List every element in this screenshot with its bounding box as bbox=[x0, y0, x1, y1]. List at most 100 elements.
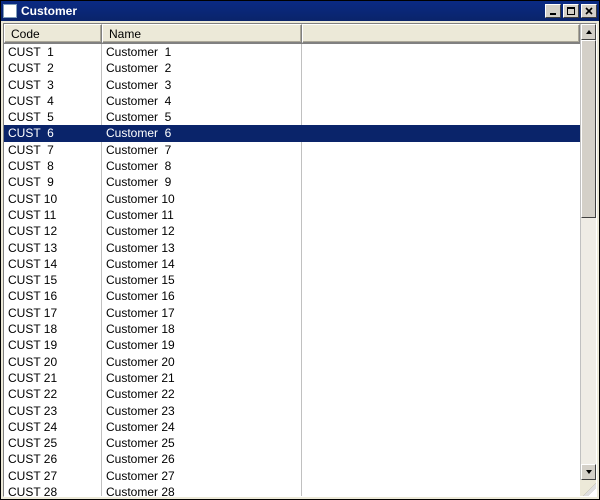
cell-name: Customer 16 bbox=[102, 288, 302, 304]
cell-name: Customer 28 bbox=[102, 484, 302, 496]
cell-code: CUST 21 bbox=[4, 370, 102, 386]
cell-name: Customer 10 bbox=[102, 191, 302, 207]
table-row[interactable]: CUST 11Customer 11 bbox=[4, 207, 580, 223]
table-row[interactable]: CUST 8Customer 8 bbox=[4, 158, 580, 174]
titlebar[interactable]: Customer bbox=[1, 1, 599, 21]
table-row[interactable]: CUST 17Customer 17 bbox=[4, 305, 580, 321]
window-frame: Customer Code Name CUST 1Customer 1CUST … bbox=[0, 0, 600, 500]
minimize-button[interactable] bbox=[545, 4, 561, 18]
cell-code: CUST 18 bbox=[4, 321, 102, 337]
cell-blank bbox=[302, 337, 580, 353]
cell-code: CUST 10 bbox=[4, 191, 102, 207]
table-row[interactable]: CUST 18Customer 18 bbox=[4, 321, 580, 337]
cell-blank bbox=[302, 158, 580, 174]
cell-blank bbox=[302, 419, 580, 435]
cell-name: Customer 25 bbox=[102, 435, 302, 451]
table-row[interactable]: CUST 24Customer 24 bbox=[4, 419, 580, 435]
cell-code: CUST 3 bbox=[4, 77, 102, 93]
table-row[interactable]: CUST 10Customer 10 bbox=[4, 191, 580, 207]
cell-blank bbox=[302, 468, 580, 484]
table-row[interactable]: CUST 4Customer 4 bbox=[4, 93, 580, 109]
scroll-track[interactable] bbox=[581, 40, 596, 464]
cell-blank bbox=[302, 386, 580, 402]
table-row[interactable]: CUST 6Customer 6 bbox=[4, 125, 580, 141]
cell-code: CUST 13 bbox=[4, 240, 102, 256]
table-row[interactable]: CUST 26Customer 26 bbox=[4, 451, 580, 467]
cell-code: CUST 5 bbox=[4, 109, 102, 125]
scroll-up-button[interactable] bbox=[581, 24, 596, 40]
cell-blank bbox=[302, 207, 580, 223]
cell-blank bbox=[302, 44, 580, 60]
table-row[interactable]: CUST 25Customer 25 bbox=[4, 435, 580, 451]
cell-name: Customer 23 bbox=[102, 403, 302, 419]
table-row[interactable]: CUST 23Customer 23 bbox=[4, 403, 580, 419]
cell-name: Customer 24 bbox=[102, 419, 302, 435]
cell-name: Customer 26 bbox=[102, 451, 302, 467]
cell-name: Customer 15 bbox=[102, 272, 302, 288]
table-row[interactable]: CUST 2Customer 2 bbox=[4, 60, 580, 76]
cell-blank bbox=[302, 256, 580, 272]
cell-name: Customer 2 bbox=[102, 60, 302, 76]
table-row[interactable]: CUST 12Customer 12 bbox=[4, 223, 580, 239]
resize-grip[interactable] bbox=[580, 480, 596, 496]
table-row[interactable]: CUST 3Customer 3 bbox=[4, 77, 580, 93]
vertical-scrollbar[interactable] bbox=[580, 24, 596, 496]
table-row[interactable]: CUST 28Customer 28 bbox=[4, 484, 580, 496]
scroll-down-button[interactable] bbox=[581, 464, 596, 480]
table-row[interactable]: CUST 21Customer 21 bbox=[4, 370, 580, 386]
cell-code: CUST 19 bbox=[4, 337, 102, 353]
table-row[interactable]: CUST 27Customer 27 bbox=[4, 468, 580, 484]
cell-name: Customer 5 bbox=[102, 109, 302, 125]
cell-name: Customer 27 bbox=[102, 468, 302, 484]
app-icon bbox=[3, 4, 17, 18]
table-row[interactable]: CUST 15Customer 15 bbox=[4, 272, 580, 288]
cell-name: Customer 18 bbox=[102, 321, 302, 337]
table-row[interactable]: CUST 22Customer 22 bbox=[4, 386, 580, 402]
data-grid[interactable]: Code Name CUST 1Customer 1CUST 2Customer… bbox=[4, 24, 580, 496]
cell-name: Customer 17 bbox=[102, 305, 302, 321]
table-row[interactable]: CUST 9Customer 9 bbox=[4, 174, 580, 190]
cell-blank bbox=[302, 451, 580, 467]
cell-blank bbox=[302, 109, 580, 125]
grid-rows: CUST 1Customer 1CUST 2Customer 2CUST 3Cu… bbox=[4, 44, 580, 496]
close-button[interactable] bbox=[581, 4, 597, 18]
table-row[interactable]: CUST 1Customer 1 bbox=[4, 44, 580, 60]
cell-name: Customer 4 bbox=[102, 93, 302, 109]
cell-code: CUST 14 bbox=[4, 256, 102, 272]
table-row[interactable]: CUST 5Customer 5 bbox=[4, 109, 580, 125]
cell-code: CUST 23 bbox=[4, 403, 102, 419]
table-row[interactable]: CUST 20Customer 20 bbox=[4, 354, 580, 370]
cell-name: Customer 14 bbox=[102, 256, 302, 272]
client-area: Code Name CUST 1Customer 1CUST 2Customer… bbox=[3, 23, 597, 497]
cell-code: CUST 4 bbox=[4, 93, 102, 109]
cell-name: Customer 7 bbox=[102, 142, 302, 158]
maximize-button[interactable] bbox=[563, 4, 579, 18]
cell-blank bbox=[302, 77, 580, 93]
cell-code: CUST 26 bbox=[4, 451, 102, 467]
cell-name: Customer 22 bbox=[102, 386, 302, 402]
cell-blank bbox=[302, 240, 580, 256]
cell-code: CUST 1 bbox=[4, 44, 102, 60]
table-row[interactable]: CUST 14Customer 14 bbox=[4, 256, 580, 272]
table-row[interactable]: CUST 19Customer 19 bbox=[4, 337, 580, 353]
cell-blank bbox=[302, 484, 580, 496]
cell-code: CUST 2 bbox=[4, 60, 102, 76]
cell-name: Customer 12 bbox=[102, 223, 302, 239]
cell-code: CUST 12 bbox=[4, 223, 102, 239]
cell-blank bbox=[302, 191, 580, 207]
table-row[interactable]: CUST 7Customer 7 bbox=[4, 142, 580, 158]
column-header-blank[interactable] bbox=[302, 24, 580, 43]
cell-blank bbox=[302, 435, 580, 451]
cell-code: CUST 20 bbox=[4, 354, 102, 370]
table-row[interactable]: CUST 16Customer 16 bbox=[4, 288, 580, 304]
table-row[interactable]: CUST 13Customer 13 bbox=[4, 240, 580, 256]
cell-name: Customer 20 bbox=[102, 354, 302, 370]
column-header-code[interactable]: Code bbox=[4, 24, 102, 43]
scroll-thumb[interactable] bbox=[581, 40, 596, 218]
column-header-name[interactable]: Name bbox=[102, 24, 302, 43]
cell-name: Customer 13 bbox=[102, 240, 302, 256]
cell-name: Customer 11 bbox=[102, 207, 302, 223]
cell-blank bbox=[302, 305, 580, 321]
cell-blank bbox=[302, 174, 580, 190]
cell-code: CUST 16 bbox=[4, 288, 102, 304]
